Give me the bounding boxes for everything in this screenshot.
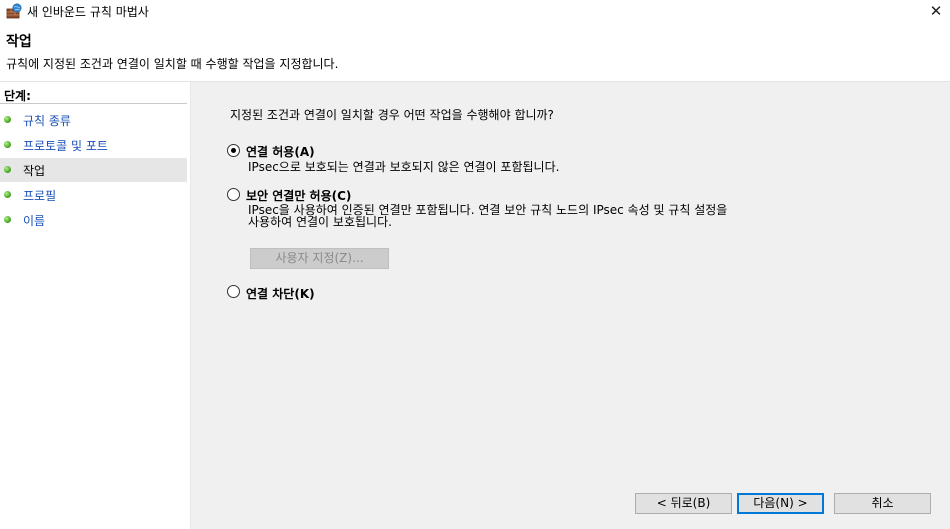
step-label: 프로필 <box>23 189 57 203</box>
allow-secure-description-line2: 사용하여 연결이 보호됩니다. <box>248 215 392 229</box>
allow-secure-radio[interactable] <box>227 188 240 201</box>
firewall-wizard-icon <box>6 3 22 19</box>
page-title: 작업 <box>6 34 32 50</box>
title-bar: 새 인바운드 규칙 마법사 ✕ <box>0 0 950 22</box>
window-title: 새 인바운드 규칙 마법사 <box>27 5 149 19</box>
close-icon: ✕ <box>929 2 943 20</box>
step-name[interactable]: 이름 <box>0 208 187 232</box>
steps-header: 단계: <box>0 85 187 104</box>
allow-connection-radio[interactable] <box>227 144 240 157</box>
block-connection-radio[interactable] <box>227 285 240 298</box>
wizard-header: 작업 규칙에 지정된 조건과 연결이 일치할 때 수행할 작업을 지정합니다. <box>0 22 950 82</box>
allow-connection-description: IPsec으로 보호되는 연결과 보호되지 않은 연결이 포함됩니다. <box>248 160 560 174</box>
allow-connection-label[interactable]: 연결 허용(A) <box>246 143 315 160</box>
back-button[interactable]: < 뒤로(B) <box>635 493 732 514</box>
step-label: 규칙 종류 <box>23 114 71 128</box>
steps-pane: 단계: 규칙 종류 프로토콜 및 포트 작업 프로필 이름 <box>0 82 191 529</box>
steps-heading: 단계: <box>4 89 31 103</box>
step-action[interactable]: 작업 <box>0 158 187 182</box>
step-status-icon <box>4 216 11 223</box>
step-status-icon <box>4 116 11 123</box>
step-protocol-ports[interactable]: 프로토콜 및 포트 <box>0 133 187 157</box>
allow-secure-label[interactable]: 보안 연결만 허용(C) <box>246 187 351 204</box>
next-button[interactable]: 다음(N) > <box>737 493 824 514</box>
step-label: 프로토콜 및 포트 <box>23 139 108 153</box>
step-status-icon <box>4 141 11 148</box>
step-profile[interactable]: 프로필 <box>0 183 187 207</box>
page-description: 규칙에 지정된 조건과 연결이 일치할 때 수행할 작업을 지정합니다. <box>6 57 339 71</box>
main-content: 지정된 조건과 연결이 일치할 경우 어떤 작업을 수행해야 합니까? 연결 허… <box>191 82 950 529</box>
step-status-icon <box>4 166 11 173</box>
question-text: 지정된 조건과 연결이 일치할 경우 어떤 작업을 수행해야 합니까? <box>230 108 554 122</box>
close-button[interactable]: ✕ <box>922 0 950 22</box>
block-connection-label[interactable]: 연결 차단(K) <box>246 285 315 302</box>
cancel-button[interactable]: 취소 <box>834 493 931 514</box>
customize-button[interactable]: 사용자 지정(Z)... <box>250 248 389 269</box>
step-label: 작업 <box>23 164 46 178</box>
step-label: 이름 <box>23 214 46 228</box>
step-rule-type[interactable]: 규칙 종류 <box>0 108 187 132</box>
step-status-icon <box>4 191 11 198</box>
